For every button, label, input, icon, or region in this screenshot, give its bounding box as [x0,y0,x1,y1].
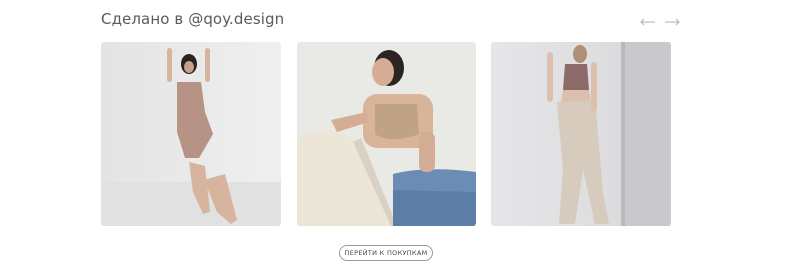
carousel-card-3[interactable] [491,42,671,226]
model-bodysuit-photo [101,42,281,226]
go-to-shopping-button[interactable]: ПЕРЕЙТИ К ПОКУПКАМ [339,245,433,261]
model-bra-jeans-photo [297,42,476,226]
section-title: Сделано в @qoy.design [101,10,285,28]
arrow-left-icon[interactable] [640,16,656,28]
model-top-trousers-photo [491,42,671,226]
carousel-card-1[interactable] [101,42,281,226]
carousel-nav [640,16,680,28]
carousel-card-2[interactable] [297,42,476,226]
arrow-right-icon[interactable] [664,16,680,28]
